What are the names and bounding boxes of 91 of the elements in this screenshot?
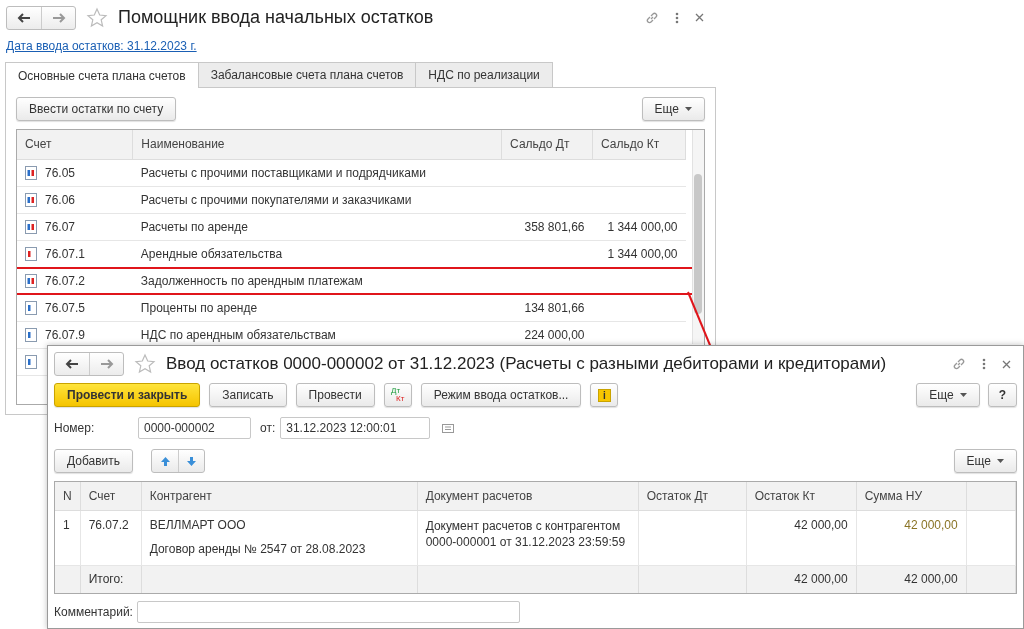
table-cell: 76.07.2 <box>45 273 86 288</box>
toolbar-button[interactable]: Провести <box>295 383 375 407</box>
tab[interactable]: Основные счета плана счетов <box>5 62 199 88</box>
account-icon <box>25 219 37 234</box>
post-and-close-button[interactable]: Провести и закрыть <box>54 383 201 407</box>
table-cell: 76.07.5 <box>45 300 86 315</box>
account-icon <box>25 273 37 288</box>
info-button[interactable]: i <box>590 383 619 407</box>
field-label: Номер: <box>54 421 96 435</box>
more-icon[interactable] <box>982 358 986 370</box>
star-icon[interactable] <box>86 6 108 29</box>
table-cell: 76.07 <box>45 219 76 234</box>
account-icon <box>25 354 37 369</box>
table-cell-text: Договор аренды № 2547 от 28.08.2023 <box>149 541 367 556</box>
add-button[interactable]: Добавить <box>54 449 134 473</box>
caret-icon <box>959 393 967 397</box>
more-icon[interactable] <box>675 11 679 24</box>
table-cell-text: ВЕЛЛМАРТ ООО <box>149 517 247 532</box>
account-icon <box>25 300 37 315</box>
table-cell: 134 801,66 <box>524 300 585 315</box>
table-cell: 1 344 000,00 <box>607 246 678 261</box>
tab[interactable]: НДС по реализации <box>415 62 553 87</box>
column-header: Сальдо Дт <box>510 137 570 152</box>
column-header: Сальдо Кт <box>601 137 660 152</box>
table-cell: 1 344 000,00 <box>607 219 678 234</box>
table-cell: 42 000,00 <box>904 517 958 532</box>
window-title: Ввод остатков 0000-000002 от 31.12.2023 (Расчеты с разными дебиторами и кредиторами) <box>166 354 887 374</box>
window-title: Помощник ввода начальных остатков <box>118 7 434 28</box>
more-button[interactable]: Еще <box>641 97 705 121</box>
down-arrow-icon <box>186 455 198 467</box>
table-cell: НДС по арендным обязательствам <box>140 327 336 342</box>
link-icon[interactable] <box>645 10 659 25</box>
table-cell: 76.07.1 <box>45 246 86 261</box>
calendar-icon[interactable] <box>442 423 455 433</box>
field-label: от: <box>260 421 276 435</box>
more-button[interactable]: Еще <box>916 383 980 407</box>
close-icon[interactable] <box>695 13 704 22</box>
enter-balances-button[interactable]: Ввести остатки по счету <box>16 97 177 121</box>
date-link[interactable]: Дата ввода остатков: 31.12.2023 г. <box>6 39 197 53</box>
help-button[interactable]: ? <box>987 383 1017 407</box>
comment-field[interactable] <box>136 601 520 623</box>
table-cell: 1 <box>63 517 70 532</box>
account-icon <box>25 165 37 180</box>
right-arrow-icon <box>51 12 66 23</box>
table-cell-text: Документ расчетов с контрагентом 0000-000001 от 31.12.2023 23:59:59 <box>425 517 627 550</box>
column-header: Документ расчетов <box>425 488 533 503</box>
account-icon <box>25 192 37 207</box>
up-arrow-icon <box>159 455 171 467</box>
caret-icon <box>997 459 1004 463</box>
more-button[interactable]: Еще <box>953 449 1017 473</box>
table-cell: 358 801,66 <box>524 219 585 234</box>
column-header: Наименование <box>141 137 225 152</box>
close-icon[interactable] <box>1002 359 1011 369</box>
number-field[interactable]: 0000-000002 <box>138 417 251 439</box>
table-cell: Расчеты с прочими поставщиками и подрядчиками <box>140 165 426 180</box>
table-cell: Проценты по аренде <box>140 300 258 315</box>
caret-icon <box>685 107 692 111</box>
total-label: Итого: <box>88 572 124 587</box>
table-cell: 42 000,00 <box>794 517 848 532</box>
tab[interactable]: Забалансовые счета плана счетов <box>197 62 417 87</box>
account-icon <box>25 327 37 342</box>
link-icon[interactable] <box>952 357 966 371</box>
column-header: Счет <box>25 137 52 152</box>
table-cell: 42 000,00 <box>904 572 958 587</box>
toolbar-button[interactable]: Режим ввода остатков... <box>420 383 582 407</box>
scrollbar[interactable] <box>692 130 704 344</box>
column-header: Остаток Кт <box>754 488 815 503</box>
table-cell: 224 000,00 <box>524 327 585 342</box>
table-cell: 42 000,00 <box>794 572 848 587</box>
table-cell: 76.07.2 <box>88 517 129 532</box>
date-field[interactable]: 31.12.2023 12:00:01 <box>280 417 431 439</box>
entries-button[interactable]: Дт Кт <box>383 383 412 407</box>
column-header: Остаток Дт <box>646 488 709 503</box>
table-cell: Арендные обязательства <box>140 246 283 261</box>
column-header: Счет <box>88 488 116 503</box>
account-icon <box>25 246 37 261</box>
right-arrow-icon <box>99 359 114 369</box>
field-label: Комментарий: <box>54 605 133 619</box>
left-arrow-icon <box>17 12 31 23</box>
column-header: Сумма НУ <box>864 488 922 503</box>
table-cell: 76.06 <box>45 192 76 207</box>
table-cell: 76.05 <box>45 165 76 180</box>
table-cell: Расчеты по аренде <box>140 219 248 234</box>
left-arrow-icon <box>65 359 79 369</box>
star-icon[interactable] <box>134 353 156 375</box>
column-header: N <box>63 488 72 503</box>
table-cell: 76.07.9 <box>45 327 86 342</box>
column-header: Контрагент <box>149 488 212 503</box>
table-cell: Расчеты с прочими покупателями и заказчиками <box>140 192 412 207</box>
toolbar-button[interactable]: Записать <box>209 383 287 407</box>
table-cell: Задолженность по арендным платежам <box>140 273 363 288</box>
